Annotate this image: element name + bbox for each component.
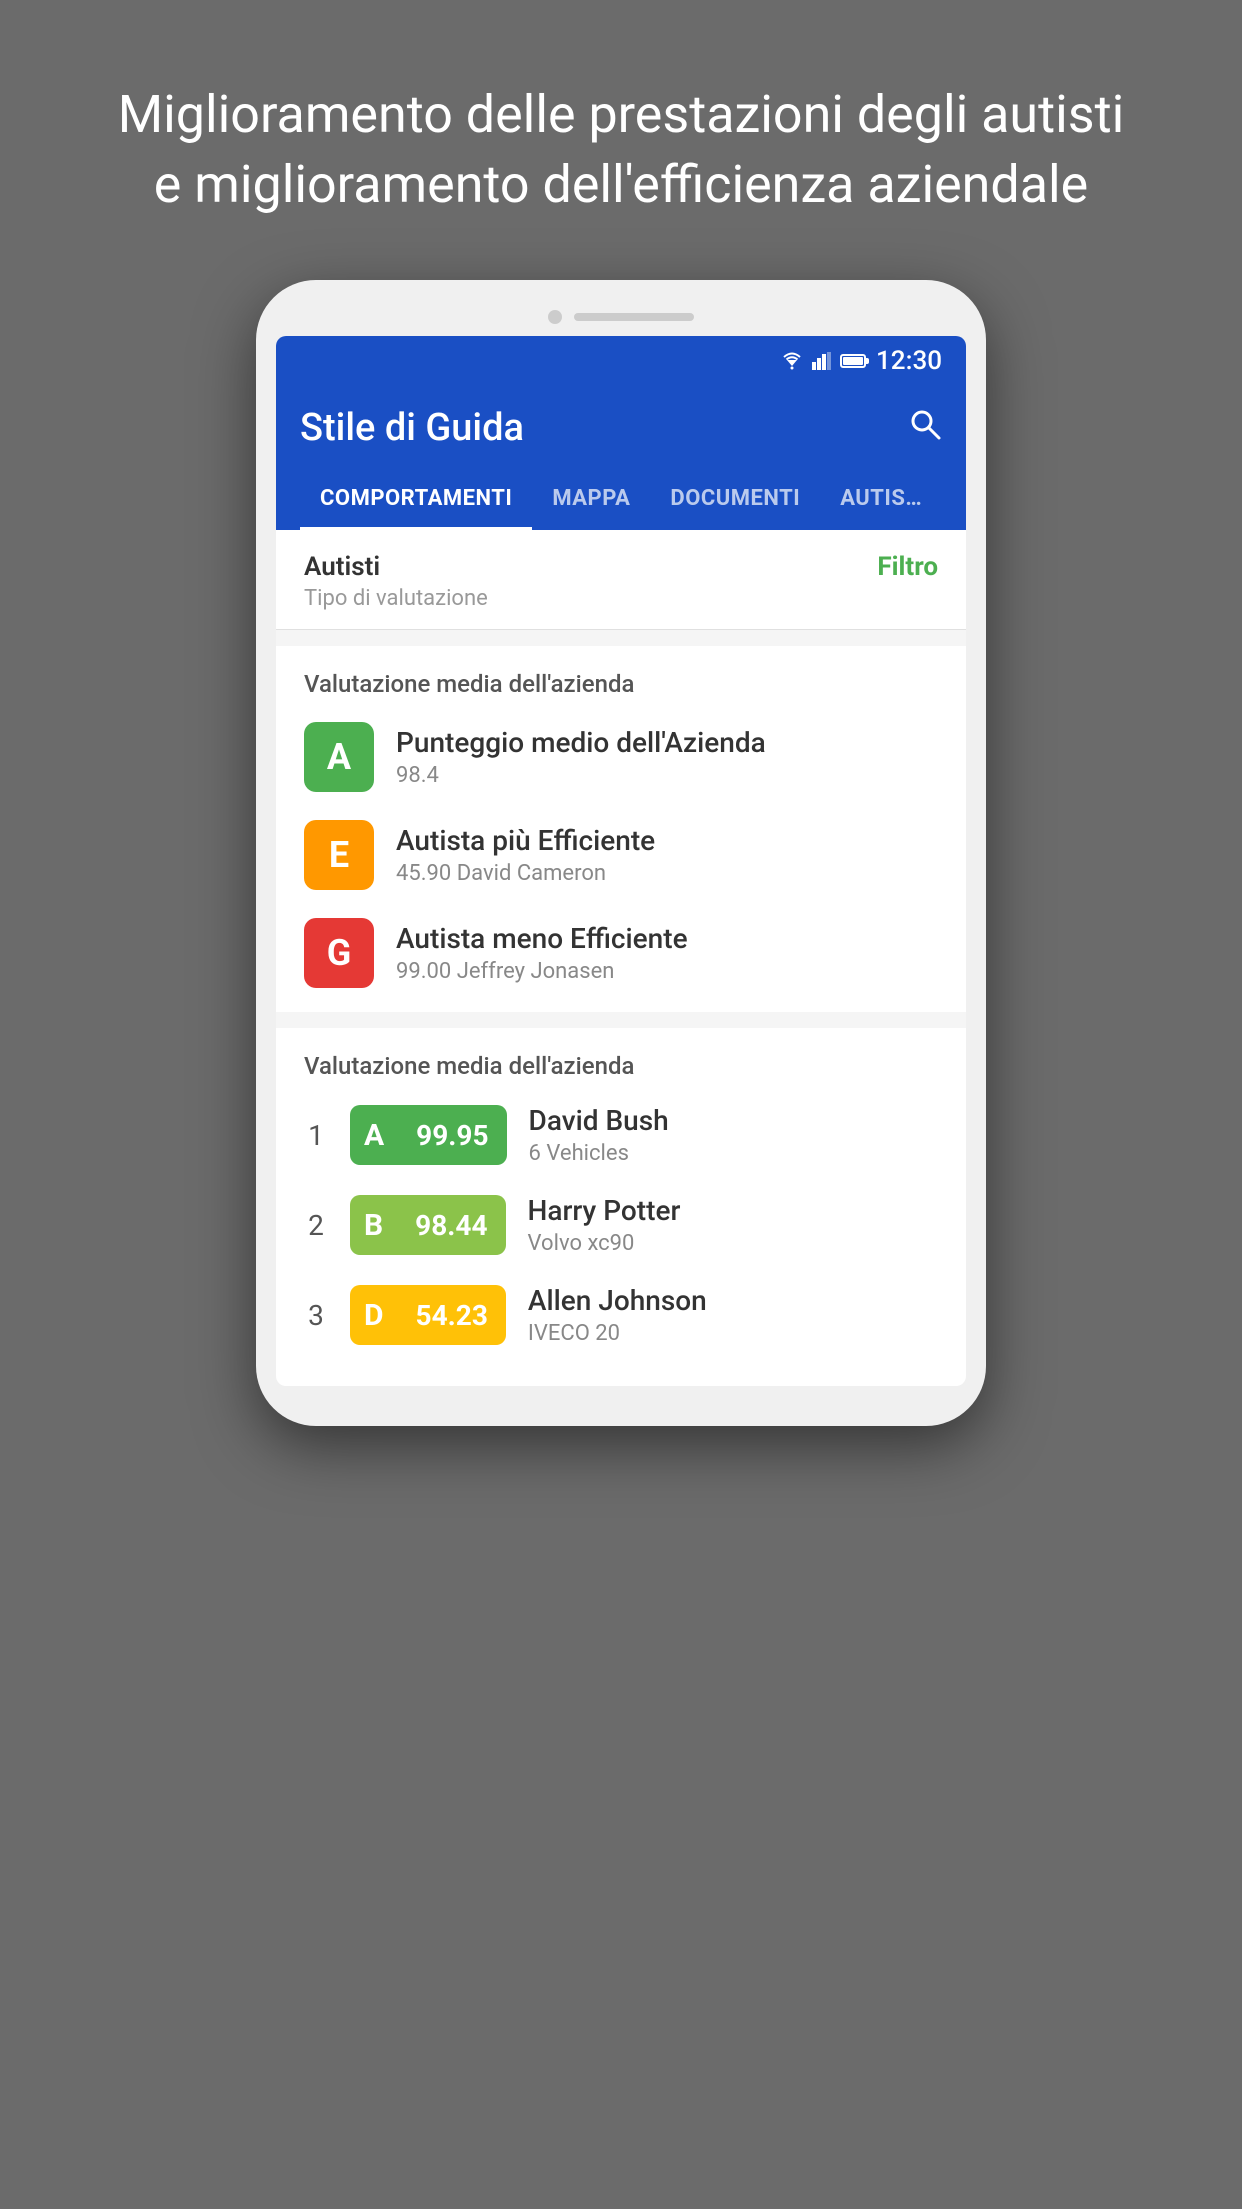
rank-1-number: 1: [304, 1119, 328, 1152]
grade-badge-e: E: [304, 820, 374, 890]
summary-item-worst: G Autista meno Efficiente 99.00 Jeffrey …: [304, 918, 938, 988]
app-bar: Stile di Guida COMPORTAMENTI MAPPA DOCUM…: [276, 386, 966, 530]
ranking-item-text-1: David Bush 6 Vehicles: [529, 1104, 669, 1166]
grade-badge-g: G: [304, 918, 374, 988]
filter-subtitle: Tipo di valutazione: [304, 586, 488, 611]
tab-autis[interactable]: AUTIS…: [820, 470, 942, 530]
phone-screen: 12:30 Stile di Guida COMPORTAMENTI MAPPA: [276, 336, 966, 1386]
filter-row: Autisti Tipo di valutazione Filtro: [276, 530, 966, 630]
score-badge-1: A 99.95: [350, 1105, 507, 1165]
rank-3-number: 3: [304, 1299, 328, 1332]
rank-2-number: 2: [304, 1209, 328, 1242]
status-bar: 12:30: [276, 336, 966, 386]
score-badge-2: B 98.44: [350, 1195, 506, 1255]
rank-2-sub: Volvo xc90: [528, 1231, 681, 1256]
summary-card: Valutazione media dell'azienda A Puntegg…: [276, 646, 966, 1012]
summary-best-title: Autista più Efficiente: [396, 824, 655, 857]
filter-title: Autisti: [304, 552, 488, 582]
app-bar-title-row: Stile di Guida: [300, 406, 942, 470]
phone-camera: [548, 310, 562, 324]
phone-wrapper: 12:30 Stile di Guida COMPORTAMENTI MAPPA: [246, 280, 996, 2080]
tabs-row: COMPORTAMENTI MAPPA DOCUMENTI AUTIS…: [300, 470, 942, 530]
page-header-text: Miglioramento delle prestazioni degli au…: [0, 0, 1242, 280]
status-icons: [780, 352, 866, 370]
summary-worst-sub: 99.00 Jeffrey Jonasen: [396, 959, 688, 984]
score-value-1: 99.95: [398, 1105, 506, 1165]
summary-best-sub: 45.90 David Cameron: [396, 861, 655, 886]
ranking-item-text-2: Harry Potter Volvo xc90: [528, 1194, 681, 1256]
score-grade-2: B: [350, 1195, 397, 1255]
tab-comportamenti[interactable]: COMPORTAMENTI: [300, 470, 532, 530]
summary-item-avg: A Punteggio medio dell'Azienda 98.4: [304, 722, 938, 792]
score-grade-1: A: [350, 1105, 398, 1165]
ranking-item-text-3: Allen Johnson IVECO 20: [528, 1284, 707, 1346]
rank-3-name: Allen Johnson: [528, 1284, 707, 1317]
summary-item-text-avg: Punteggio medio dell'Azienda 98.4: [396, 726, 766, 788]
score-badge-3: D 54.23: [350, 1285, 506, 1345]
ranking-card: Valutazione media dell'azienda 1 A 99.95…: [276, 1028, 966, 1370]
rank-1-sub: 6 Vehicles: [529, 1141, 669, 1166]
summary-item-best: E Autista più Efficiente 45.90 David Cam…: [304, 820, 938, 890]
phone-notch: [276, 310, 966, 336]
summary-avg-sub: 98.4: [396, 763, 766, 788]
rank-3-sub: IVECO 20: [528, 1321, 707, 1346]
grade-badge-a: A: [304, 722, 374, 792]
summary-item-text-worst: Autista meno Efficiente 99.00 Jeffrey Jo…: [396, 922, 688, 984]
status-time: 12:30: [876, 346, 942, 376]
phone-speaker: [574, 313, 694, 321]
app-title: Stile di Guida: [300, 406, 524, 450]
score-value-2: 98.44: [397, 1195, 505, 1255]
rank-2-name: Harry Potter: [528, 1194, 681, 1227]
wifi-icon: [780, 352, 804, 370]
signal-icon: [812, 352, 832, 370]
ranking-item-1: 1 A 99.95 David Bush 6 Vehicles: [304, 1104, 938, 1166]
filter-left: Autisti Tipo di valutazione: [304, 552, 488, 611]
score-value-3: 54.23: [398, 1285, 506, 1345]
ranking-item-2: 2 B 98.44 Harry Potter Volvo xc90: [304, 1194, 938, 1256]
phone-frame: 12:30 Stile di Guida COMPORTAMENTI MAPPA: [256, 280, 986, 1426]
score-grade-3: D: [350, 1285, 398, 1345]
content-area: Autisti Tipo di valutazione Filtro Valut…: [276, 530, 966, 1370]
summary-worst-title: Autista meno Efficiente: [396, 922, 688, 955]
summary-avg-title: Punteggio medio dell'Azienda: [396, 726, 766, 759]
summary-section-title: Valutazione media dell'azienda: [304, 670, 938, 698]
battery-icon: [840, 354, 866, 368]
rank-1-name: David Bush: [529, 1104, 669, 1137]
summary-item-text-best: Autista più Efficiente 45.90 David Camer…: [396, 824, 655, 886]
ranking-section-title: Valutazione media dell'azienda: [304, 1052, 938, 1080]
ranking-item-3: 3 D 54.23 Allen Johnson IVECO 20: [304, 1284, 938, 1346]
search-button[interactable]: [908, 407, 942, 450]
tab-mappa[interactable]: MAPPA: [532, 470, 650, 530]
filter-button[interactable]: Filtro: [877, 552, 938, 582]
tab-documenti[interactable]: DOCUMENTI: [650, 470, 820, 530]
